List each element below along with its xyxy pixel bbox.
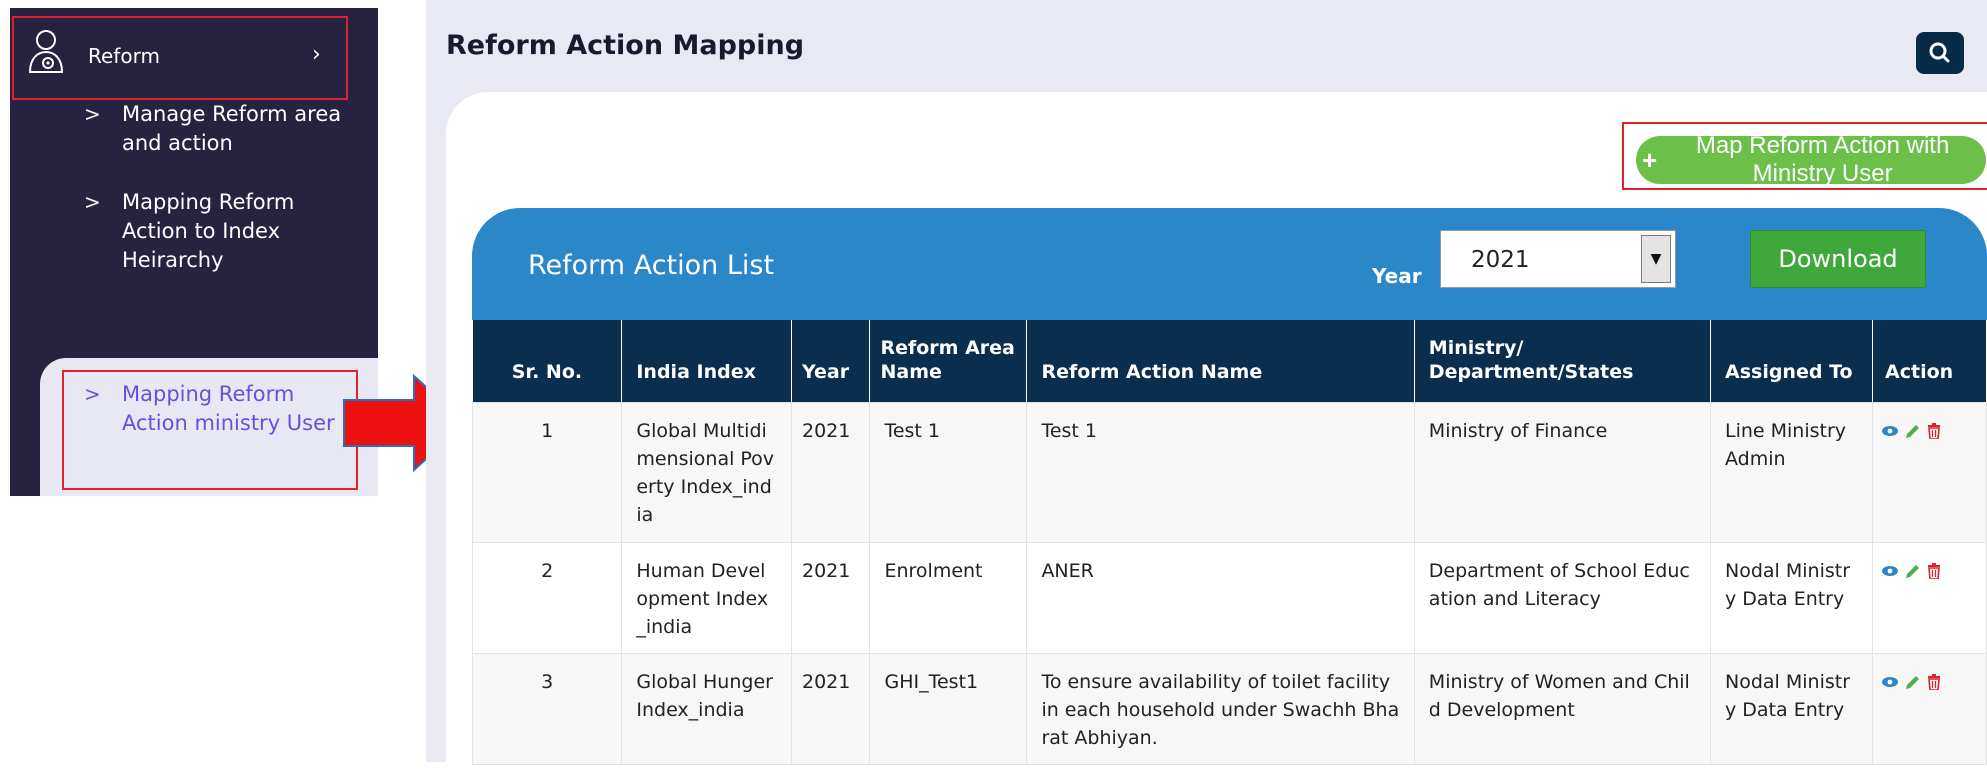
view-icon[interactable] <box>1881 559 1899 576</box>
cell-action <box>1872 653 1987 765</box>
cell-year: 2021 <box>790 542 871 654</box>
column-header: Ministry/ Department/States <box>1414 320 1712 403</box>
sidebar-item-label: Mapping Reform Action to Index Heirarchy <box>122 190 295 272</box>
table-header-row: Sr. No. India Index Year Reform Area Nam… <box>472 320 1987 403</box>
sidebar-item-label: Mapping Reform Action ministry User <box>122 382 335 435</box>
cell-reform-area: Enrolment <box>869 542 1028 654</box>
cell-sr-no: 2 <box>471 542 623 654</box>
table-row: 3 Global Hunger Index_india 2021 GHI_Tes… <box>471 653 1987 765</box>
cell-sr-no: 3 <box>471 653 623 765</box>
cell-reform-action: Test 1 <box>1026 402 1415 543</box>
cell-year: 2021 <box>790 402 871 543</box>
edit-icon[interactable] <box>1903 670 1921 689</box>
main-panel: Reform Action Mapping + Map Reform Actio… <box>426 0 1987 772</box>
delete-icon[interactable] <box>1925 670 1943 691</box>
column-header: Action <box>1872 320 1987 403</box>
chevron-right-icon: > <box>84 382 101 406</box>
cell-india-index: Global Multidimensional Poverty Index_in… <box>621 402 792 543</box>
cell-action <box>1872 542 1987 654</box>
column-header: Year <box>791 320 871 403</box>
cell-year: 2021 <box>790 653 871 765</box>
edit-icon[interactable] <box>1903 419 1921 438</box>
column-header: Reform Area Name <box>869 320 1028 403</box>
column-header: India Index <box>621 320 792 403</box>
year-select[interactable]: 2021 ▼ <box>1440 230 1676 288</box>
map-reform-action-button[interactable]: + Map Reform Action with Ministry User <box>1636 132 1986 187</box>
column-header: Sr. No. <box>472 320 623 403</box>
delete-icon[interactable] <box>1925 559 1943 580</box>
cell-ministry: Ministry of Finance <box>1413 402 1712 543</box>
download-button[interactable]: Download <box>1750 230 1926 288</box>
cell-india-index: Human Development Index_india <box>621 542 792 654</box>
page-title: Reform Action Mapping <box>446 30 805 61</box>
table-row: 1 Global Multidimensional Poverty Index_… <box>471 402 1987 543</box>
sidebar: Reform › > Manage Reform area and action… <box>10 8 378 496</box>
cell-reform-action: ANER <box>1026 542 1415 654</box>
search-button[interactable] <box>1916 32 1964 74</box>
chevron-right-icon: › <box>312 42 321 67</box>
search-icon <box>1929 42 1950 63</box>
cell-ministry: Ministry of Women and Child Development <box>1413 653 1712 765</box>
sidebar-item-label: Manage Reform area and action <box>122 102 342 155</box>
list-title: Reform Action List <box>528 250 775 281</box>
cell-ministry: Department of School Education and Liter… <box>1413 542 1712 654</box>
chevron-right-icon: > <box>84 102 101 126</box>
reform-action-list-header: Reform Action List Year 2021 ▼ Download <box>472 208 1987 320</box>
edit-icon[interactable] <box>1903 559 1921 578</box>
user-gear-icon <box>28 30 64 73</box>
cell-india-index: Global Hunger Index_india <box>621 653 792 765</box>
chevron-right-icon: > <box>84 190 101 214</box>
year-select-value: 2021 <box>1471 247 1530 273</box>
column-header: Assigned To <box>1710 320 1874 403</box>
cell-sr-no: 1 <box>471 402 623 543</box>
cell-action <box>1872 402 1987 543</box>
cell-assigned-to: Nodal Ministry Data Entry <box>1709 542 1874 654</box>
dropdown-arrow-icon[interactable]: ▼ <box>1641 235 1671 283</box>
column-header: Reform Action Name <box>1026 320 1415 403</box>
cell-reform-area: GHI_Test1 <box>869 653 1028 765</box>
year-label: Year <box>1372 264 1422 288</box>
table-row: 2 Human Development Index_india 2021 Enr… <box>471 542 1987 654</box>
view-icon[interactable] <box>1881 670 1899 687</box>
map-button-label: Map Reform Action with Ministry User <box>1695 132 1950 187</box>
sidebar-reform-label[interactable]: Reform <box>88 44 160 68</box>
delete-icon[interactable] <box>1925 419 1943 440</box>
plus-icon: + <box>1642 144 1658 175</box>
cell-assigned-to: Nodal Ministry Data Entry <box>1709 653 1874 765</box>
reform-action-table: Sr. No. India Index Year Reform Area Nam… <box>471 320 1987 765</box>
view-icon[interactable] <box>1881 419 1899 436</box>
cell-reform-area: Test 1 <box>869 402 1028 543</box>
cell-assigned-to: Line Ministry Admin <box>1709 402 1874 543</box>
content-card: + Map Reform Action with Ministry User R… <box>446 92 1987 772</box>
cell-reform-action: To ensure availability of toilet facilit… <box>1026 653 1415 765</box>
